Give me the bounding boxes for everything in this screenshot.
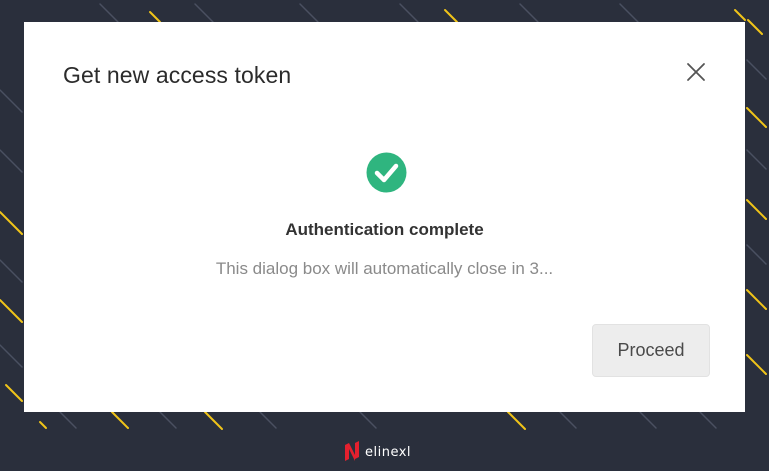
close-icon	[687, 63, 705, 81]
status-message: This dialog box will automatically close…	[215, 259, 554, 278]
elinext-logo-icon	[345, 441, 359, 461]
access-token-dialog: Get new access token Authentication comp…	[24, 22, 745, 412]
brand-name: elinexl	[365, 444, 412, 460]
check-circle-icon	[366, 152, 407, 193]
close-button[interactable]	[684, 60, 708, 84]
dialog-title: Get new access token	[63, 62, 292, 88]
status-title: Authentication complete	[285, 220, 484, 239]
brand: elinexl	[345, 440, 411, 464]
proceed-button[interactable]: Proceed	[592, 324, 710, 377]
